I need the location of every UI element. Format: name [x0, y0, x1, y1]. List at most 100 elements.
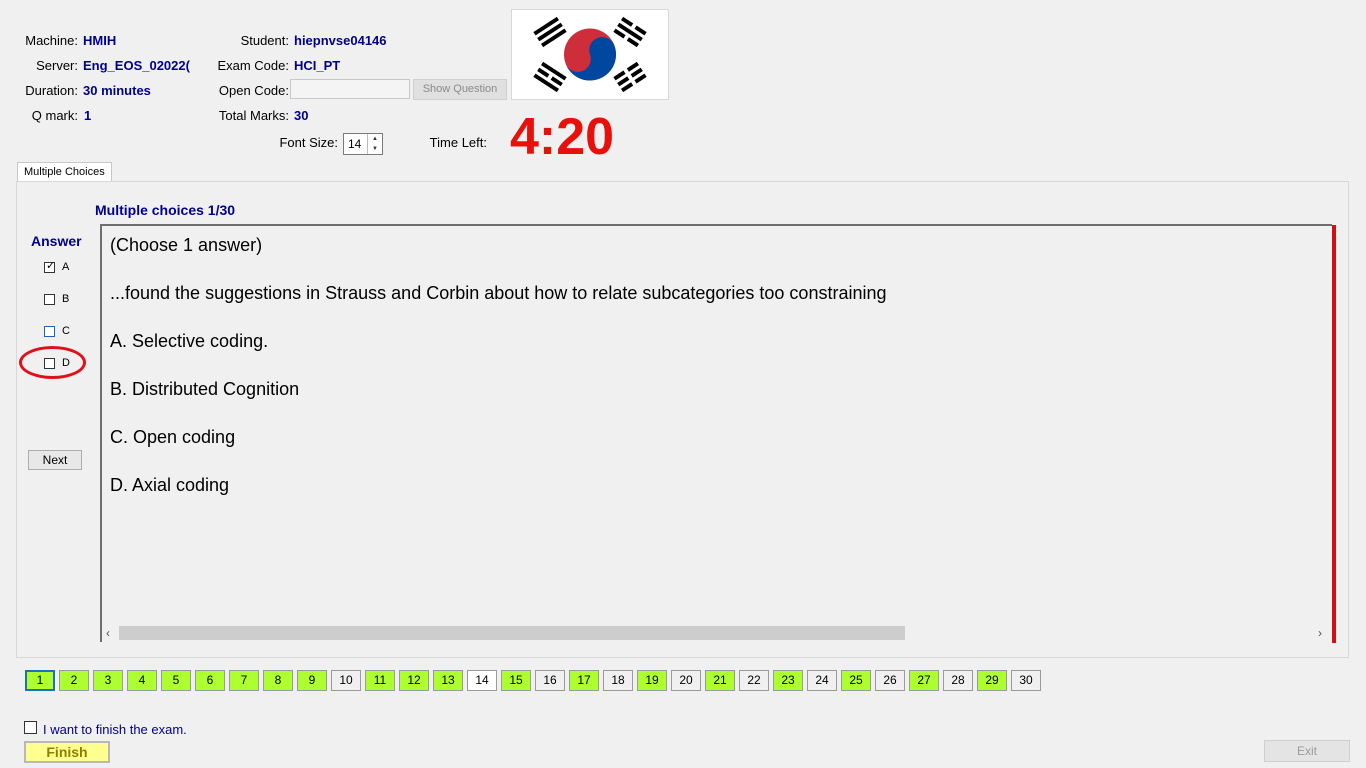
question-nav-label: 5: [172, 673, 180, 687]
question-option-d: D. Axial coding: [110, 475, 230, 495]
machine-value: HMIH: [83, 33, 117, 48]
question-option-b: B. Distributed Cognition: [110, 379, 300, 399]
question-border-bar: [1332, 225, 1336, 643]
question-nav-button[interactable]: 14: [467, 670, 497, 691]
duration-value: 30 minutes: [83, 83, 151, 98]
question-nav-button[interactable]: 26: [875, 670, 905, 691]
question-nav-button[interactable]: 5: [161, 670, 191, 691]
check-icon: ✓: [46, 260, 56, 272]
question-nav-label: 29: [985, 673, 999, 687]
question-header: Multiple choices 1/30: [95, 202, 236, 218]
question-nav-label: 27: [917, 673, 931, 687]
question-nav-label: 1: [36, 673, 44, 687]
question-nav-button[interactable]: 21: [705, 670, 735, 691]
question-nav-label: 23: [781, 673, 795, 687]
question-nav-label: 20: [679, 673, 693, 687]
question-nav-button[interactable]: 23: [773, 670, 803, 691]
question-nav-label: 21: [713, 673, 727, 687]
question-nav-label: 6: [206, 673, 214, 687]
open-code-input[interactable]: [290, 79, 410, 99]
question-nav-button[interactable]: 27: [909, 670, 939, 691]
qmark-value: 1: [84, 108, 92, 123]
machine-label: Machine:: [25, 33, 78, 48]
question-nav-button[interactable]: 7: [229, 670, 259, 691]
finish-button[interactable]: Finish: [24, 741, 110, 763]
question-nav-button[interactable]: 13: [433, 670, 463, 691]
question-nav-button[interactable]: 9: [297, 670, 327, 691]
question-stem: ...found the suggestions in Strauss and …: [110, 283, 887, 303]
question-nav-label: 26: [883, 673, 897, 687]
chevron-left-icon[interactable]: ‹: [106, 626, 110, 640]
exam-code-value: HCI_PT: [294, 58, 341, 73]
question-nav-button[interactable]: 10: [331, 670, 361, 691]
spin-down-icon[interactable]: ▼: [368, 144, 382, 154]
question-nav-label: 24: [815, 673, 829, 687]
question-nav-label: 16: [543, 673, 557, 687]
question-text-area[interactable]: (Choose 1 answer) ...found the suggestio…: [100, 224, 1332, 642]
question-instruction: (Choose 1 answer): [110, 235, 263, 255]
answer-a-label: A: [62, 261, 70, 273]
question-nav-button[interactable]: 30: [1011, 670, 1041, 691]
question-nav-button[interactable]: 8: [263, 670, 293, 691]
question-nav-label: 8: [274, 673, 282, 687]
question-nav-button[interactable]: 24: [807, 670, 837, 691]
question-nav-label: 4: [138, 673, 146, 687]
font-size-stepper[interactable]: 14 ▲ ▼: [343, 133, 383, 155]
answer-a-checkbox[interactable]: ✓: [44, 260, 56, 273]
question-nav-button[interactable]: 15: [501, 670, 531, 691]
duration-label: Duration:: [25, 83, 78, 98]
south-korea-flag-icon: [511, 9, 669, 100]
question-nav-button[interactable]: 25: [841, 670, 871, 691]
show-question-button[interactable]: Show Question: [413, 79, 507, 100]
finish-exam-checkbox[interactable]: [24, 721, 37, 734]
answer-d-checkbox[interactable]: [44, 358, 55, 369]
question-nav-label: 7: [240, 673, 248, 687]
question-nav-button[interactable]: 28: [943, 670, 973, 691]
question-nav-button[interactable]: 29: [977, 670, 1007, 691]
question-nav-button[interactable]: 2: [59, 670, 89, 691]
question-nav-label: 11: [373, 673, 387, 687]
question-nav-button[interactable]: 12: [399, 670, 429, 691]
answer-c-checkbox[interactable]: [44, 326, 55, 337]
question-nav-button[interactable]: 11: [365, 670, 395, 691]
question-nav-button[interactable]: 16: [535, 670, 565, 691]
question-nav-button[interactable]: 22: [739, 670, 769, 691]
font-size-label: Font Size:: [279, 135, 338, 150]
answer-title: Answer: [31, 233, 82, 249]
question-nav-button[interactable]: 1: [25, 670, 55, 691]
question-nav-label: 14: [475, 673, 489, 687]
answer-b-checkbox[interactable]: [44, 294, 55, 305]
answer-b-label: B: [62, 293, 70, 305]
question-nav-label: 12: [407, 673, 421, 687]
question-nav-label: 3: [104, 673, 112, 687]
answer-c-label: C: [62, 325, 70, 337]
tab-multiple-choices[interactable]: Multiple Choices: [17, 162, 112, 182]
question-nav-button[interactable]: 17: [569, 670, 599, 691]
question-nav-label: 25: [849, 673, 863, 687]
chevron-right-icon[interactable]: ›: [1318, 626, 1322, 640]
question-nav-button[interactable]: 6: [195, 670, 225, 691]
question-option-a: A. Selective coding.: [110, 331, 269, 351]
question-nav-button[interactable]: 19: [637, 670, 667, 691]
spin-up-icon[interactable]: ▲: [368, 134, 382, 144]
question-nav-button[interactable]: 20: [671, 670, 701, 691]
next-button[interactable]: Next: [28, 450, 82, 470]
server-label: Server:: [36, 58, 78, 73]
scrollbar-thumb[interactable]: [119, 626, 905, 640]
question-nav-label: 17: [577, 673, 591, 687]
total-marks-label: Total Marks:: [218, 108, 289, 123]
total-marks-value: 30: [294, 108, 309, 123]
question-nav-button[interactable]: 18: [603, 670, 633, 691]
question-nav-label: 28: [951, 673, 965, 687]
question-nav-label: 13: [441, 673, 455, 687]
exit-button[interactable]: Exit: [1264, 740, 1350, 762]
student-label: Student:: [240, 33, 289, 48]
font-size-value: 14: [348, 137, 362, 151]
horizontal-scrollbar[interactable]: ‹ ›: [102, 624, 1330, 642]
question-nav-label: 2: [70, 673, 78, 687]
question-nav-label: 9: [308, 673, 316, 687]
question-nav-button[interactable]: 3: [93, 670, 123, 691]
time-left-value: 4:20: [510, 108, 615, 166]
time-left-label: Time Left:: [429, 135, 487, 150]
question-nav-button[interactable]: 4: [127, 670, 157, 691]
